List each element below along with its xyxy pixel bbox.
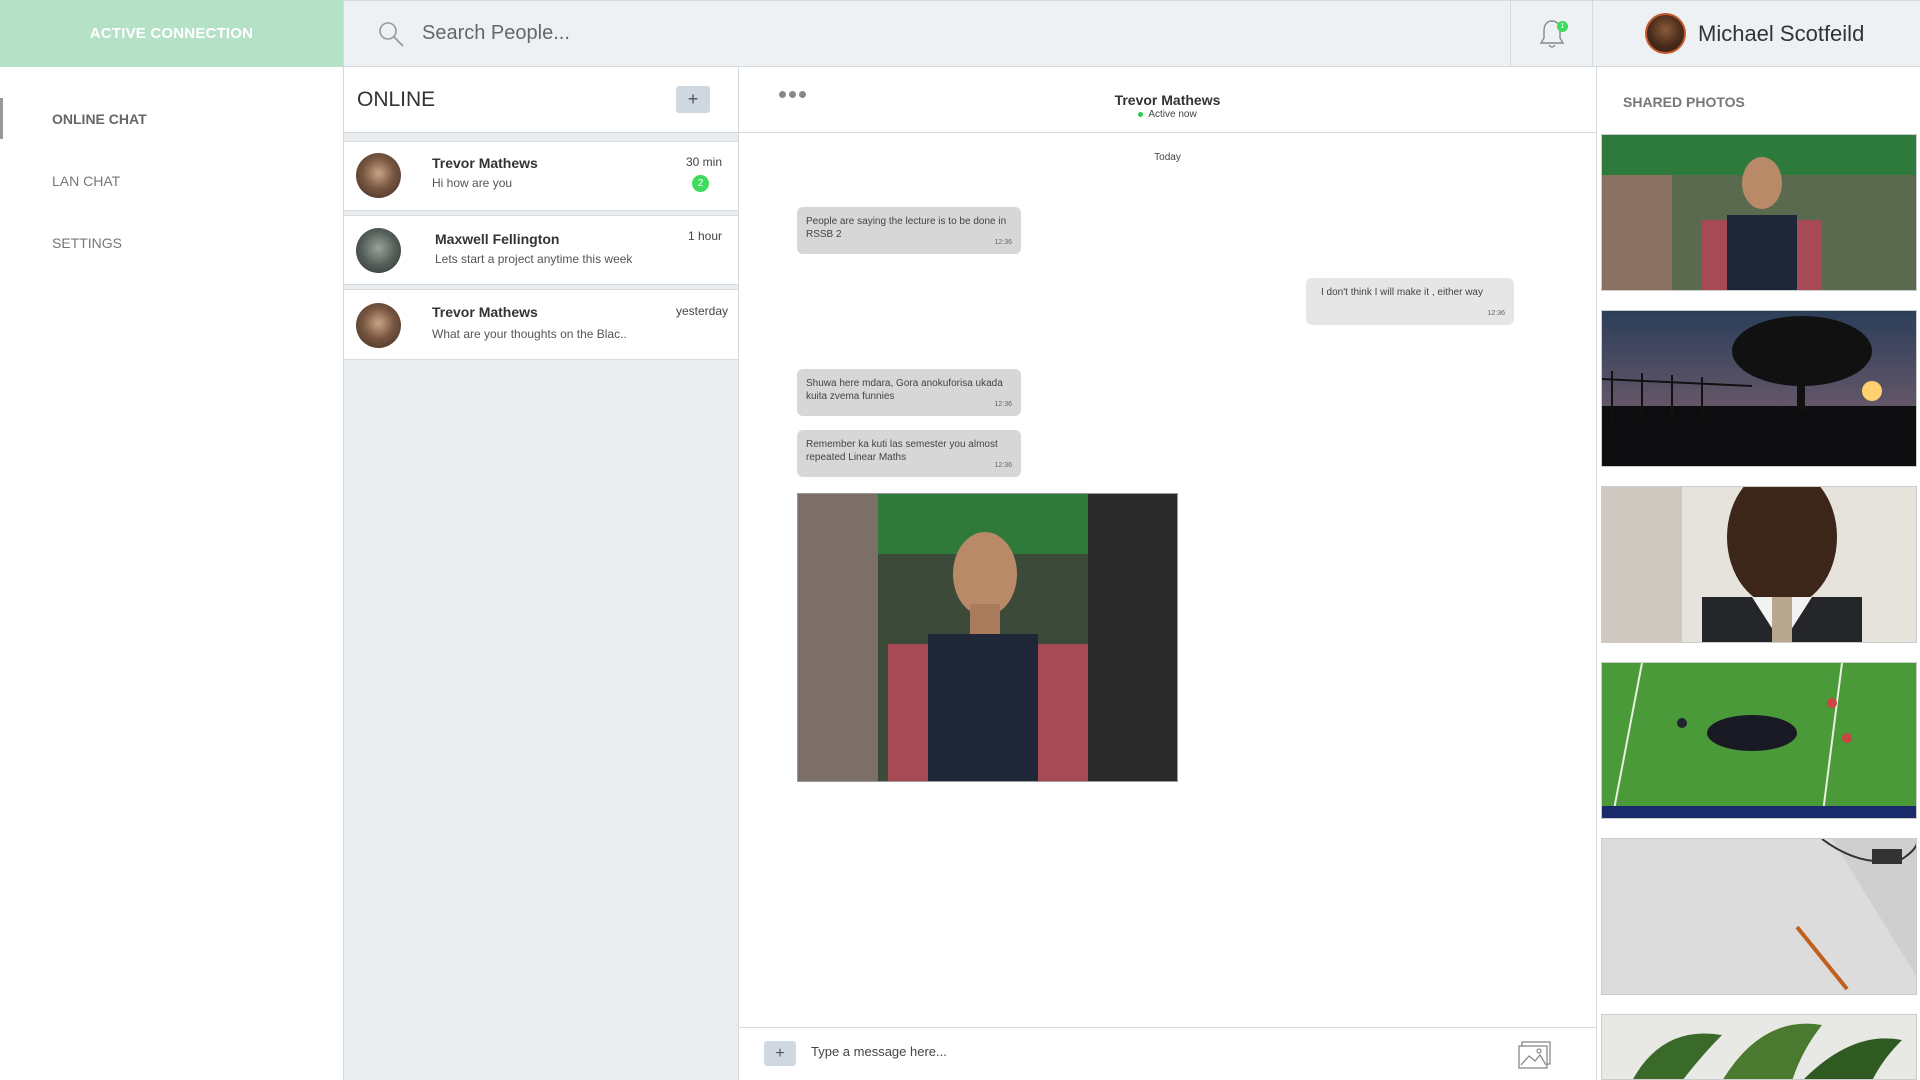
- shared-photo[interactable]: [1601, 486, 1917, 643]
- shared-photo[interactable]: [1601, 310, 1917, 467]
- attach-button[interactable]: +: [764, 1041, 796, 1066]
- chat-contact-status: Active now: [739, 109, 1596, 120]
- shared-photo[interactable]: [1601, 134, 1917, 291]
- message-text: I don't think I will make it , either wa…: [1321, 287, 1483, 298]
- chat-header: Trevor Mathews Active now: [739, 67, 1596, 133]
- message-composer: +: [739, 1027, 1596, 1080]
- message-time: 12:36: [994, 239, 1012, 246]
- shared-photo[interactable]: [1601, 662, 1917, 819]
- message-text: Shuwa here mdara, Gora anokuforisa ukada…: [806, 378, 1003, 402]
- list-item[interactable]: Maxwell Fellington Lets start a project …: [344, 215, 738, 285]
- contact-name: Trevor Mathews: [432, 304, 538, 320]
- contacts-title: ONLINE: [357, 87, 436, 111]
- contact-time: 30 min: [685, 155, 722, 169]
- message-input[interactable]: [811, 1044, 1411, 1059]
- shared-photos-title: SHARED PHOTOS: [1623, 94, 1745, 110]
- notifications-button[interactable]: 1: [1510, 0, 1593, 67]
- list-item[interactable]: Trevor Mathews Hi how are you 30 min 2: [344, 141, 738, 211]
- list-item[interactable]: Trevor Mathews What are your thoughts on…: [344, 289, 738, 360]
- shared-photo[interactable]: [1601, 838, 1917, 995]
- avatar: [356, 153, 401, 198]
- sidebar-item-settings[interactable]: SETTINGS: [52, 235, 122, 251]
- contact-last-message: Hi how are you: [432, 176, 513, 190]
- message-bubble: I don't think I will make it , either wa…: [1306, 278, 1514, 325]
- active-indicator: [0, 98, 3, 139]
- message-bubble: Remember ka kuti las semester you almost…: [797, 430, 1021, 477]
- connection-status: ACTIVE CONNECTION: [0, 0, 343, 67]
- sidebar-item-lan-chat[interactable]: LAN CHAT: [52, 173, 120, 189]
- contact-name: Maxwell Fellington: [435, 231, 560, 247]
- contacts-header: ONLINE +: [344, 67, 738, 133]
- message-text: People are saying the lecture is to be d…: [806, 216, 1007, 240]
- contact-time: yesterday: [675, 304, 728, 318]
- search-icon[interactable]: [376, 19, 406, 49]
- chat-contact-name: Trevor Mathews: [1114, 92, 1221, 108]
- message-time: 12:36: [1487, 310, 1505, 317]
- contacts-panel: ONLINE + Trevor Mathews Hi how are you 3…: [343, 67, 739, 1080]
- message-bubble: Shuwa here mdara, Gora anokuforisa ukada…: [797, 369, 1021, 416]
- add-contact-button[interactable]: +: [676, 86, 710, 113]
- contact-last-message: What are your thoughts on the Blac..: [432, 327, 627, 341]
- connection-status-label: ACTIVE CONNECTION: [89, 25, 254, 42]
- contact-last-message: Lets start a project anytime this week: [435, 252, 633, 266]
- message-time: 12:36: [994, 401, 1012, 408]
- sidebar: ONLINE CHAT LAN CHAT SETTINGS: [0, 67, 343, 1080]
- contact-time: 1 hour: [687, 229, 722, 243]
- message-image[interactable]: [797, 493, 1178, 782]
- sidebar-item-online-chat[interactable]: ONLINE CHAT: [52, 111, 147, 127]
- unread-badge: 2: [692, 175, 709, 192]
- avatar: [1645, 13, 1686, 54]
- message-text: Remember ka kuti las semester you almost…: [806, 439, 998, 463]
- chat-status-label: Active now: [1148, 109, 1197, 120]
- image-upload-icon[interactable]: [1517, 1037, 1555, 1071]
- search-bar: [343, 0, 1510, 67]
- contact-name: Trevor Mathews: [432, 155, 538, 171]
- user-name: Michael Scotfeild: [1698, 20, 1865, 46]
- chat-panel: Trevor Mathews Active now Today People a…: [739, 67, 1596, 1080]
- notification-badge: 1: [1557, 21, 1568, 32]
- user-profile[interactable]: Michael Scotfeild: [1593, 0, 1920, 67]
- search-input[interactable]: [422, 22, 1022, 45]
- message-time: 12:36: [994, 462, 1012, 469]
- avatar: [356, 303, 401, 348]
- online-dot-icon: [1138, 111, 1144, 117]
- message-bubble: People are saying the lecture is to be d…: [797, 207, 1021, 254]
- date-separator: Today: [1154, 152, 1181, 163]
- shared-photos-panel: SHARED PHOTOS: [1596, 67, 1920, 1080]
- shared-photo[interactable]: [1601, 1014, 1917, 1080]
- top-bar: ACTIVE CONNECTION 1 Michael Scotfeild: [0, 0, 1920, 67]
- avatar: [356, 228, 401, 273]
